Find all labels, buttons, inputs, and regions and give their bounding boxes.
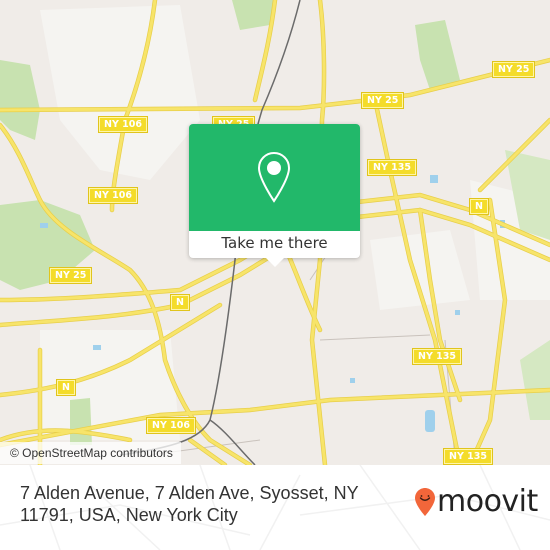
popup-header xyxy=(189,124,360,231)
take-me-there-button[interactable]: Take me there xyxy=(189,231,360,258)
route-shield-ny25: NY 25 xyxy=(491,61,536,78)
map-water xyxy=(93,345,101,350)
route-shield-ny106: NY 106 xyxy=(98,116,148,133)
address-text: 7 Alden Avenue, 7 Alden Ave, Syosset, NY… xyxy=(20,483,359,525)
moovit-wordmark: moovit xyxy=(437,484,538,519)
route-shield-n: N xyxy=(469,198,489,215)
popup-pointer xyxy=(265,257,285,267)
route-shield-ny135: NY 135 xyxy=(412,348,462,365)
route-shield-n: N xyxy=(56,379,76,396)
map-water xyxy=(430,175,438,183)
route-shield-ny106: NY 106 xyxy=(88,187,138,204)
route-shield-n: N xyxy=(170,294,190,311)
map-water xyxy=(350,378,355,383)
map-park xyxy=(70,398,92,445)
route-shield-ny106: NY 106 xyxy=(146,417,196,434)
map-water xyxy=(40,223,48,228)
map-attribution[interactable]: © OpenStreetMap contributors xyxy=(0,442,181,464)
route-shield-ny25: NY 25 xyxy=(360,92,405,109)
route-shield-ny25: NY 25 xyxy=(48,267,93,284)
route-shield-ny135: NY 135 xyxy=(367,159,417,176)
location-popup: Take me there xyxy=(189,124,360,267)
footer: 7 Alden Avenue, 7 Alden Ave, Syosset, NY… xyxy=(0,465,550,550)
location-pin-icon xyxy=(257,151,291,203)
map-water xyxy=(425,410,435,432)
moovit-pin-icon xyxy=(415,488,435,516)
map-water xyxy=(455,310,460,315)
route-shield-ny135: NY 135 xyxy=(443,448,493,465)
